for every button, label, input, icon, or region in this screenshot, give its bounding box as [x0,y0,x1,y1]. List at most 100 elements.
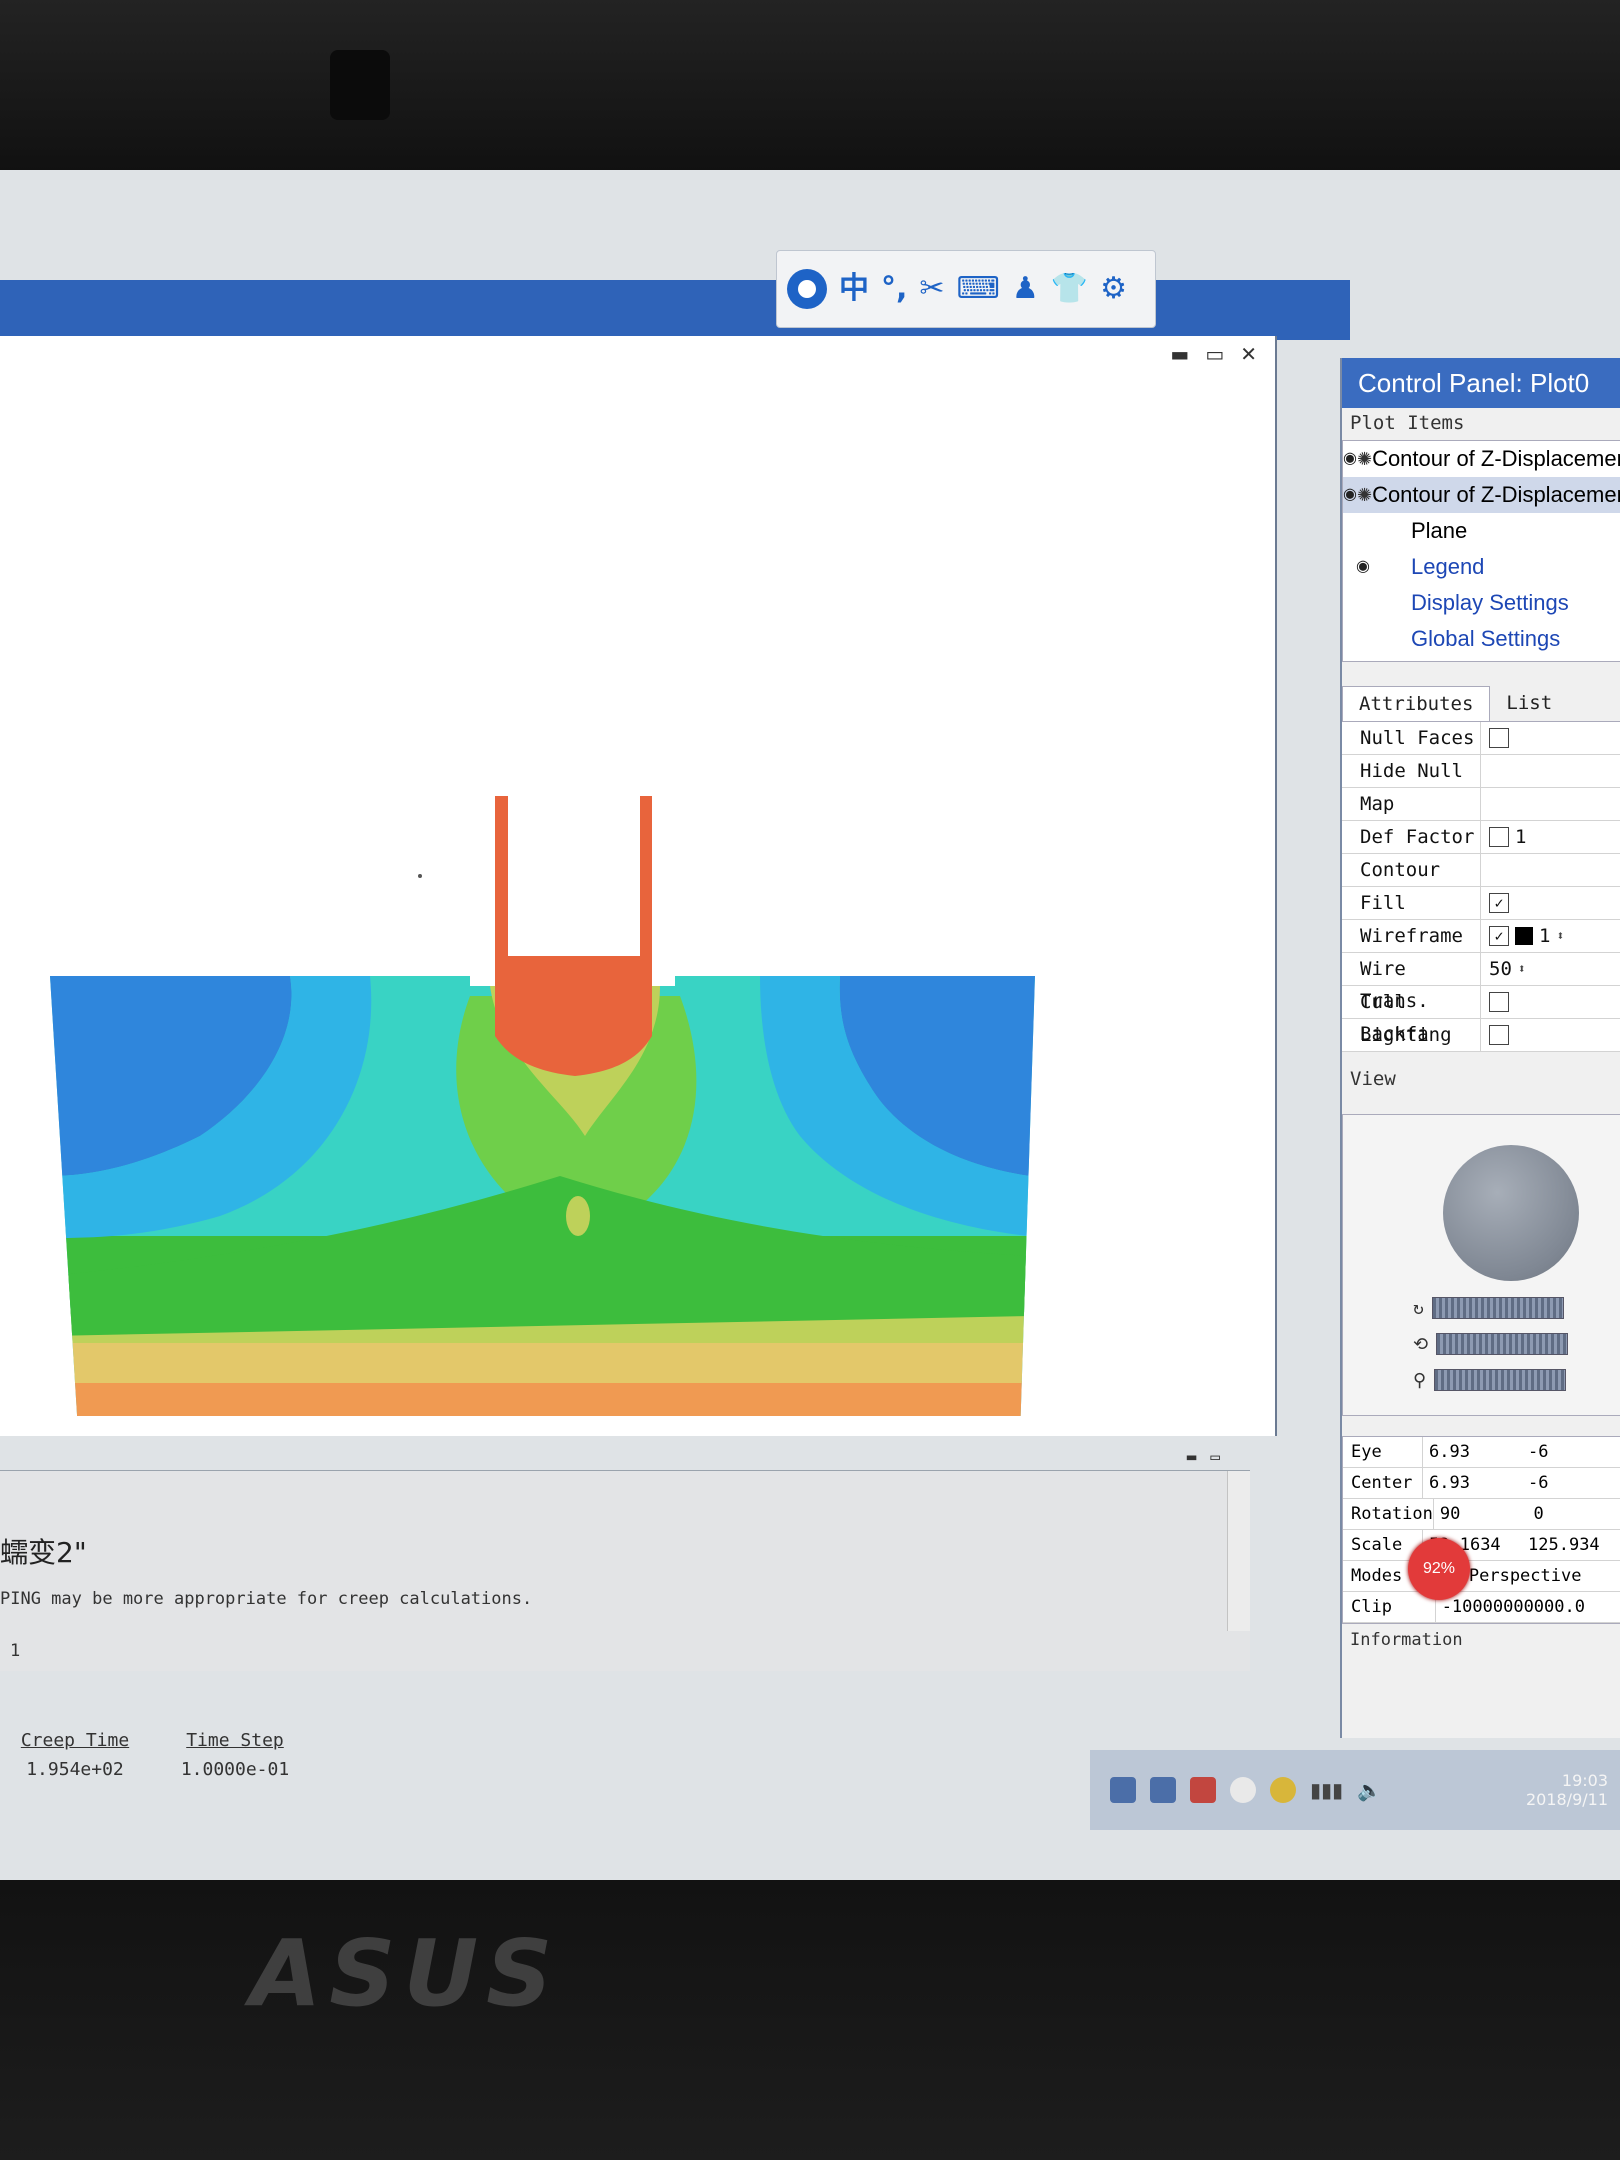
console-panel[interactable]: ▬ ▭ 蠕变2" PING may be more appropriate fo… [0,1447,1250,1671]
webcam [330,50,390,120]
zoom-slider[interactable] [1434,1369,1567,1391]
camera-value[interactable]: 6.93 [1423,1473,1522,1493]
camera-label: Eye [1343,1437,1424,1467]
user-avatar-icon[interactable] [787,269,827,309]
camera-value[interactable]: 0 [1527,1504,1620,1524]
fill-checkbox[interactable]: ✓ [1489,893,1509,913]
plot-item-global-settings[interactable]: Global Settings [1343,621,1620,657]
scissors-icon[interactable]: ✂ [919,274,944,304]
attr-name: Wireframe [1342,920,1481,952]
attr-fill: Fill ✓ [1342,887,1620,920]
clock-time: 19:03 [1561,1771,1608,1790]
console-title: 蠕变2" [0,1536,87,1569]
time-step-label: Time Step [186,1730,284,1751]
asus-logo: ASUS [250,1920,561,2027]
plot-item-label: Display Settings [1411,590,1569,615]
null-faces-checkbox[interactable] [1489,728,1509,748]
keyboard-icon[interactable]: ⌨ [957,274,1000,304]
time-step-status: Time Step 1.0000e-01 [160,1730,310,1780]
eye-icon[interactable]: ◉ [1343,441,1357,477]
taskbar: ▮▮▮ 🔈 19:03 2018/9/11 [1090,1750,1620,1830]
plot-item-plane[interactable]: Plane [1343,513,1620,549]
view-rotation-sphere[interactable] [1443,1145,1579,1281]
close-icon[interactable]: ✕ [1240,342,1257,366]
camera-value[interactable]: -6 [1522,1473,1620,1493]
def-factor-value[interactable]: 1 [1515,826,1526,848]
ime-chinese-mode[interactable]: 中 [839,274,869,304]
wireframe-color-swatch[interactable] [1515,927,1533,945]
attr-contour[interactable]: Contour [1342,854,1620,887]
wireframe-checkbox[interactable]: ✓ [1489,926,1509,946]
status-row: Creep Time 1.954e+02 Time Step 1.0000e-0… [0,1730,320,1800]
performance-badge[interactable]: 92% [1408,1538,1470,1600]
camera-value[interactable]: -10000000000.0 [1436,1597,1620,1617]
screen: 中 °, ✂ ⌨ ♟ 👕 ⚙ ▬ ▭ ✕ ▬ ▭ 蠕变2" PING may b… [0,170,1620,1880]
console-window-controls: ▬ ▭ [1187,1447,1220,1466]
rotate-slider[interactable] [1431,1297,1564,1319]
console-prompt[interactable]: 1 [10,1641,20,1661]
attr-name: Wire Trans. [1342,953,1481,1012]
console-maximize-icon[interactable]: ▭ [1210,1447,1220,1466]
app-icon[interactable] [1270,1777,1296,1803]
zoom-icon: ⚲ [1413,1369,1427,1391]
minimize-icon[interactable]: ▬ [1170,342,1189,366]
volume-icon[interactable]: 🔈 [1357,1778,1382,1802]
plot-item-legend[interactable]: ◉ Legend [1343,549,1620,585]
ime-toolbar[interactable]: 中 °, ✂ ⌨ ♟ 👕 ⚙ [776,250,1156,328]
eye-icon[interactable]: ◉ [1343,477,1357,513]
camera-value[interactable]: 90 [1434,1504,1528,1524]
tab-attributes[interactable]: Attributes [1342,686,1491,721]
plot-view-window[interactable]: ▬ ▭ ✕ [0,336,1277,1436]
plot-item-display-settings[interactable]: Display Settings [1343,585,1620,621]
camera-value[interactable]: 6.93 [1423,1442,1522,1462]
person-icon[interactable]: ♟ [1012,274,1039,304]
attr-name: Hide Null [1342,755,1481,787]
console-scrollbar[interactable] [1227,1471,1250,1631]
app-icon[interactable] [1230,1777,1256,1803]
plot-items-list[interactable]: ◉ ✺ Contour of Z-Displacement ◉ ✺ Contou… [1342,440,1620,662]
network-icon[interactable]: ▮▮▮ [1310,1778,1343,1802]
attribute-tabs: Attributes List [1342,686,1620,722]
attr-name: Fill [1342,887,1481,919]
plot-item-label: Plane [1411,518,1468,543]
camera-value[interactable]: 125.934 [1522,1535,1620,1555]
app-icon[interactable] [1190,1777,1216,1803]
console-minimize-icon[interactable]: ▬ [1187,1447,1197,1466]
app-icon[interactable] [1150,1777,1176,1803]
plot-item-contour-2[interactable]: ◉ ✺ Contour of Z-Displacement [1343,477,1620,513]
roll-slider[interactable] [1436,1333,1569,1355]
plot-item-label: Contour of Z-Displacement [1372,446,1620,471]
attr-name: Lighting [1342,1019,1481,1051]
camera-table: Eye 6.93 -6 Center 6.93 -6 Rotation 90 0… [1342,1436,1620,1624]
clock[interactable]: 19:03 2018/9/11 [1526,1771,1608,1809]
app-icon[interactable] [1110,1777,1136,1803]
attr-map[interactable]: Map [1342,788,1620,821]
plot-item-label: Global Settings [1411,626,1561,651]
maximize-icon[interactable]: ▭ [1205,342,1224,366]
control-panel-title: Control Panel: Plot0 [1342,358,1620,408]
def-factor-checkbox[interactable] [1489,827,1509,847]
lighting-checkbox[interactable] [1489,1025,1509,1045]
camera-label: Rotation [1343,1499,1434,1529]
gear-icon[interactable]: ⚙ [1100,274,1127,304]
spinner-icon[interactable]: ⬍ [1556,929,1564,944]
plot-item-contour-1[interactable]: ◉ ✺ Contour of Z-Displacement [1343,441,1620,477]
wire-trans-value[interactable]: 50 [1489,958,1512,980]
laptop-bottom-bezel [0,1880,1620,2160]
camera-row-clip: Clip -10000000000.0 [1343,1592,1620,1623]
eye-icon[interactable]: ◉ [1343,549,1383,585]
attr-hide-null[interactable]: Hide Null [1342,755,1620,788]
control-panel: Control Panel: Plot0 Plot Items ◉ ✺ Cont… [1340,358,1620,1738]
cull-backfaces-checkbox[interactable] [1489,992,1509,1012]
punctuation-icon[interactable]: °, [881,274,907,304]
attr-name: Contour [1342,854,1481,886]
attr-name: Null Faces [1342,722,1481,754]
camera-value[interactable]: -6 [1522,1442,1620,1462]
skin-icon[interactable]: 👕 [1051,274,1088,304]
rotate-slider-row: ↻ [1413,1297,1564,1319]
roll-icon: ⟲ [1413,1333,1429,1355]
tab-list[interactable]: List [1490,686,1568,721]
contour-plot[interactable] [0,376,1270,1416]
wireframe-width-value[interactable]: 1 [1539,925,1550,947]
spinner-icon[interactable]: ⬍ [1518,962,1526,977]
